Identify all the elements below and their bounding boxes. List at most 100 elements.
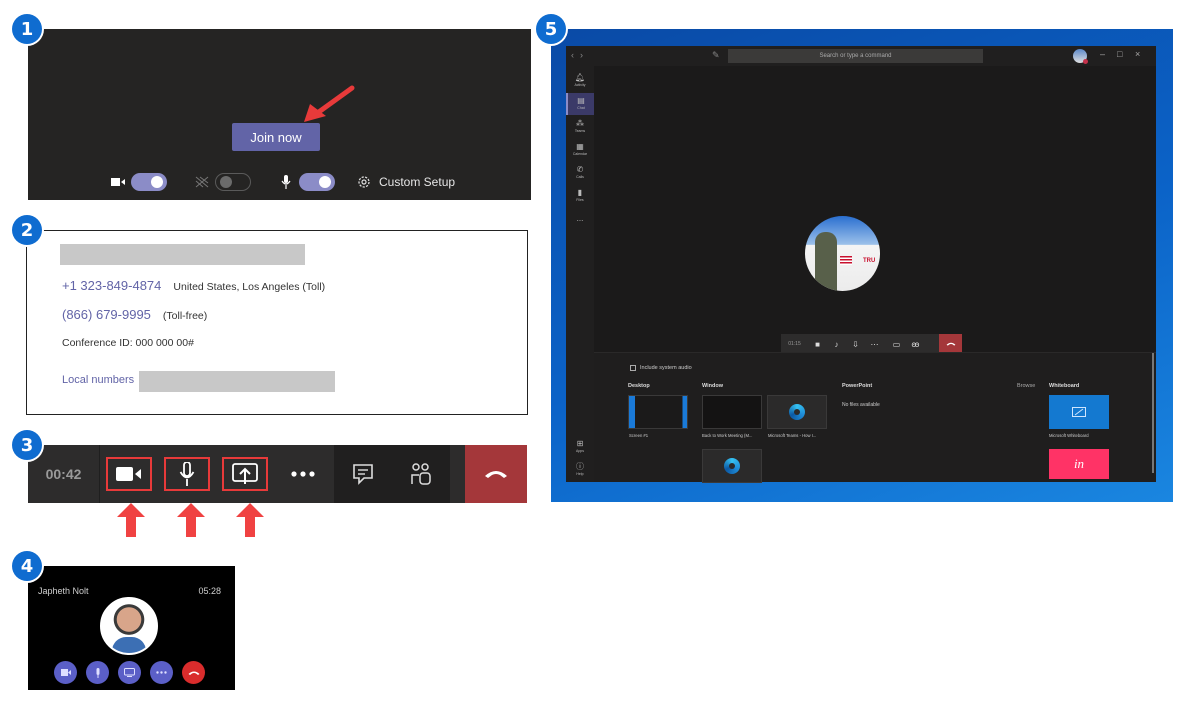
conference-id: Conference ID: 000 000 00# (62, 337, 194, 349)
rail-label: Calls (576, 175, 584, 179)
camera-off-button[interactable]: ■ (808, 340, 827, 349)
rail-label: Chat (577, 106, 585, 110)
more-options-button[interactable]: ⋯ (865, 340, 884, 349)
rail-item-calls[interactable]: ✆ Calls (566, 162, 594, 184)
include-system-audio-checkbox[interactable]: Include system audio (630, 365, 692, 371)
share-screen-button[interactable]: ⇩ (846, 340, 865, 349)
rail-item-apps[interactable]: ⊞ Apps (566, 436, 594, 458)
rail-label: Files (576, 198, 584, 202)
share-button[interactable] (118, 661, 141, 684)
minimize-icon[interactable]: – (1100, 49, 1105, 59)
chat-icon: ▤ (577, 96, 585, 105)
desktop-heading: Desktop (628, 383, 650, 389)
more-icon (156, 671, 167, 674)
meeting-control-bar: 01:15 ■ ♪ ⇩ ⋯ ▭ ꙭ (781, 334, 962, 354)
browse-link[interactable]: Browse (1017, 383, 1035, 389)
annotation-up-arrow-icon (177, 503, 205, 537)
step-badge-2: 2 (12, 215, 42, 245)
chat-button[interactable] (334, 445, 392, 503)
call-duration: 05:28 (198, 586, 221, 596)
end-call-button[interactable] (182, 661, 205, 684)
share-screen-icon (124, 668, 135, 677)
participants-icon (411, 463, 431, 485)
camera-toggle[interactable] (131, 173, 167, 191)
rail-label: Activity (574, 83, 586, 87)
chat-button[interactable]: ▭ (887, 340, 906, 349)
search-input[interactable]: Search or type a command (728, 49, 983, 63)
maximize-icon[interactable]: □ (1117, 49, 1122, 59)
rail-item-calendar[interactable]: ▦ Calendar (566, 139, 594, 161)
video-icon (60, 669, 71, 676)
toll-phone-number[interactable]: +1 323-849-4874 (62, 278, 161, 293)
hang-up-icon (946, 342, 955, 346)
toll-free-description: (Toll-free) (162, 310, 208, 322)
mute-button[interactable] (86, 661, 109, 684)
more-options-button[interactable] (274, 445, 332, 503)
window-caption-meeting: Back to Work Meeting (M... (702, 433, 753, 438)
share-screen-button[interactable] (216, 445, 274, 503)
background-blur-icon (193, 173, 211, 191)
microphone-icon (96, 667, 99, 678)
redacted-local-numbers (139, 371, 335, 392)
no-files-message: No files available (842, 402, 880, 408)
local-numbers-link[interactable]: Local numbers (62, 374, 134, 386)
checkbox[interactable] (630, 365, 636, 371)
help-icon: ⓘ (576, 462, 584, 471)
prejoin-panel: Join now Custom Setup (28, 29, 531, 200)
microsoft-whiteboard-tile[interactable] (1049, 395, 1109, 429)
apps-icon: ⊞ (576, 439, 584, 448)
compose-icon[interactable]: ✎ (712, 50, 720, 61)
mic-off-button[interactable]: ♪ (827, 340, 846, 349)
rail-item-help[interactable]: ⓘ Help (566, 459, 594, 481)
caller-avatar (100, 597, 158, 655)
profile-avatar[interactable] (1073, 49, 1088, 64)
bell-icon: 🔔︎ (574, 73, 586, 82)
rail-item-activity[interactable]: 🔔︎ Activity (566, 70, 594, 92)
hang-up-button[interactable] (465, 445, 527, 503)
screen-1-thumbnail[interactable] (628, 395, 688, 429)
participants-button[interactable] (392, 445, 450, 503)
step-badge-4: 4 (12, 551, 42, 581)
rail-item-more[interactable]: ... (566, 208, 594, 230)
hang-up-button[interactable] (939, 334, 962, 354)
video-button[interactable] (54, 661, 77, 684)
annotation-up-arrow-icon (117, 503, 145, 537)
custom-setup-link[interactable]: Custom Setup (379, 175, 455, 189)
teams-icon: ⁂ (576, 119, 584, 128)
back-forward-icon[interactable]: ‹› (571, 50, 589, 60)
join-now-button[interactable]: Join now (232, 123, 320, 151)
invision-tile[interactable]: in (1049, 449, 1109, 479)
window-thumbnail-meeting[interactable] (702, 395, 762, 429)
window-thumbnail-edge[interactable] (767, 395, 827, 429)
microphone-button[interactable] (158, 445, 216, 503)
screen-1-caption: Screen #1 (629, 433, 649, 438)
teams-window: ‹› ✎ Search or type a command – □ × 🔔︎ Ac… (566, 46, 1156, 483)
meeting-stage (594, 66, 1156, 352)
gear-icon[interactable] (355, 173, 373, 191)
rail-item-files[interactable]: ▮ Files (566, 185, 594, 207)
file-icon: ▮ (577, 188, 583, 197)
camera-button[interactable] (100, 445, 158, 503)
whiteboard-caption: Microsoft Whiteboard (1049, 433, 1089, 438)
toll-free-phone-number[interactable]: (866) 679-9995 (62, 307, 151, 322)
window-thumbnail-edge-2[interactable] (702, 449, 762, 483)
microphone-icon (179, 462, 195, 486)
microphone-toggle[interactable] (299, 173, 335, 191)
more-icon: ... (576, 214, 584, 223)
app-rail: 🔔︎ Activity ▤ Chat ⁂ Teams ▦ Calendar ✆ Calls… (566, 66, 594, 482)
background-blur-toggle[interactable] (215, 173, 251, 191)
teams-desktop-panel: ‹› ✎ Search or type a command – □ × 🔔︎ Ac… (551, 29, 1173, 502)
rail-label: Teams (574, 129, 586, 133)
rail-item-teams[interactable]: ⁂ Teams (566, 116, 594, 138)
share-tray: Include system audio Desktop Window Powe… (594, 352, 1156, 483)
rail-item-chat[interactable]: ▤ Chat (566, 93, 594, 115)
caller-name: Japheth Nolt (38, 586, 89, 596)
step-badge-5: 5 (536, 14, 566, 44)
calendar-icon: ▦ (576, 142, 584, 151)
close-icon[interactable]: × (1135, 49, 1140, 59)
meeting-control-bar: 00:42 (28, 445, 527, 503)
toll-phone-description: United States, Los Angeles (Toll) (173, 281, 326, 293)
scrollbar[interactable] (1152, 353, 1154, 473)
more-button[interactable] (150, 661, 173, 684)
participants-button[interactable]: ꙭ (906, 340, 925, 349)
